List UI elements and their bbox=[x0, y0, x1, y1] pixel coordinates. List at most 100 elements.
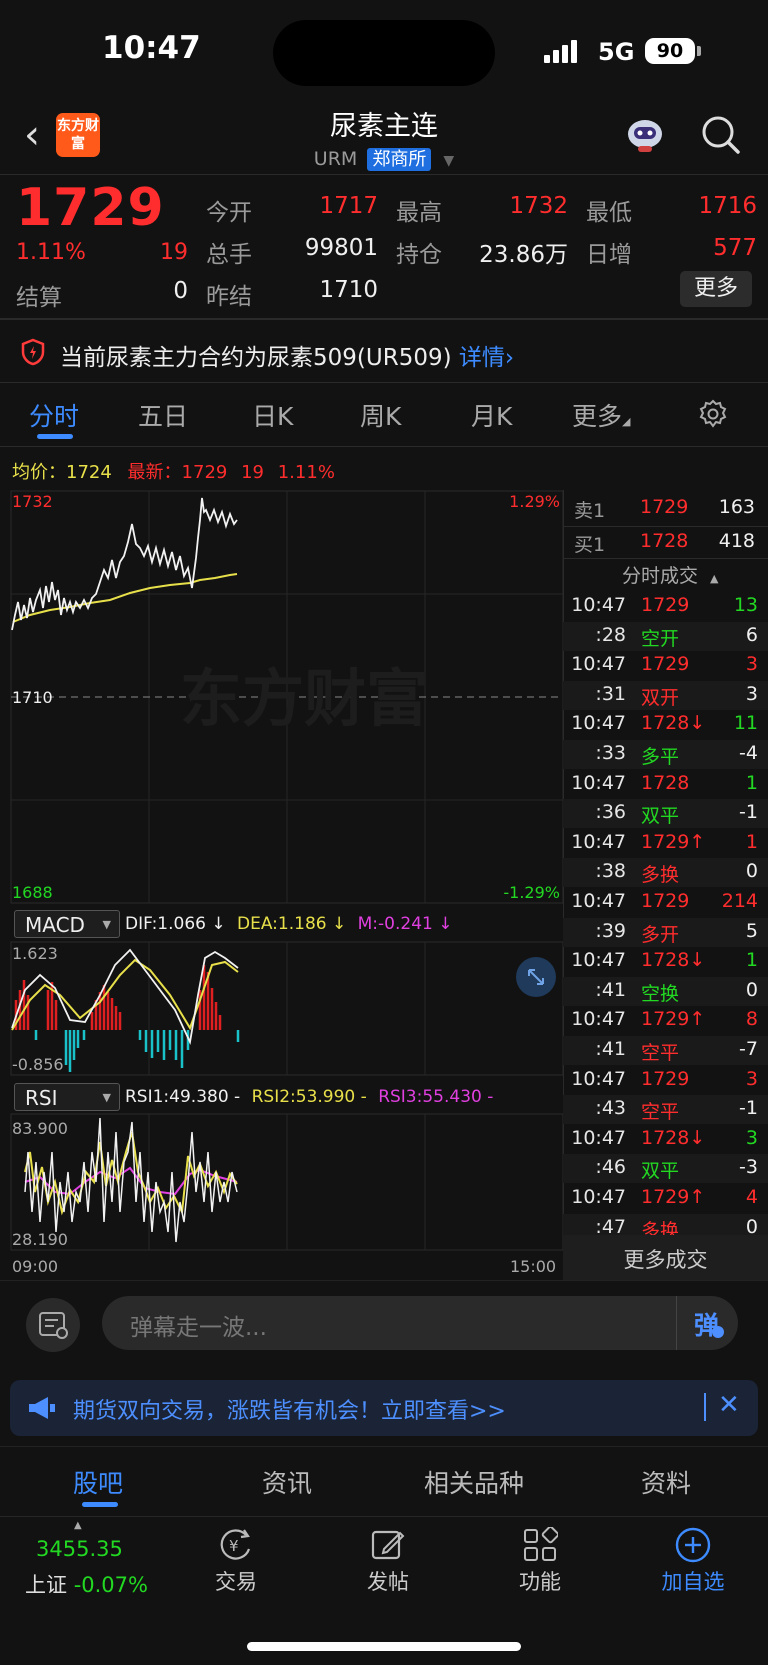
pct-axis-max: 1.29% bbox=[509, 492, 560, 511]
search-icon[interactable] bbox=[700, 114, 742, 156]
trade-time: 10:47 bbox=[571, 949, 626, 972]
prev-settle-label: 昨结 bbox=[206, 284, 252, 310]
oi-add-label: 日增 bbox=[586, 242, 632, 268]
divider bbox=[0, 446, 768, 447]
nav-add-watchlist[interactable]: 加自选 bbox=[643, 1566, 743, 1596]
trade-row: :39 多开 5 bbox=[563, 917, 768, 947]
tab-more[interactable]: 更多◢ bbox=[572, 397, 630, 433]
gear-icon[interactable] bbox=[697, 398, 729, 430]
trade-time: 10:47 bbox=[571, 653, 626, 676]
bid-label: 买1 bbox=[574, 534, 606, 556]
trade-volume: -1 bbox=[739, 801, 758, 824]
close-icon[interactable]: ✕ bbox=[718, 1390, 740, 1420]
prev-settle-value: 1710 bbox=[319, 277, 378, 303]
trade-price: 多平 bbox=[641, 746, 680, 768]
tab-monthly-k[interactable]: 月K bbox=[471, 397, 512, 433]
trade-row: :28 空开 6 bbox=[563, 621, 768, 651]
trade-icon[interactable]: ¥ bbox=[216, 1527, 256, 1563]
macd-dea: DEA:1.186 ↓ bbox=[237, 914, 347, 934]
expand-chart-button[interactable] bbox=[516, 957, 556, 997]
grid-function-icon[interactable] bbox=[522, 1527, 558, 1563]
price-axis-mid: 1710 bbox=[12, 688, 53, 707]
price-info-bar: 均价：1724 最新：1729 19 1.11% bbox=[12, 458, 335, 484]
more-quote-button[interactable]: 更多 bbox=[680, 271, 752, 307]
notice-detail-link[interactable]: 详情 bbox=[459, 345, 505, 371]
trade-volume: -4 bbox=[739, 742, 758, 764]
trade-row: :33 多平 -4 bbox=[563, 740, 768, 769]
nav-post[interactable]: 发帖 bbox=[338, 1566, 438, 1596]
trade-time: 10:47 bbox=[571, 1067, 626, 1090]
trade-time: 10:47 bbox=[571, 1126, 626, 1149]
divider bbox=[0, 318, 768, 320]
send-danmaku-button[interactable]: 弹 bbox=[676, 1296, 739, 1350]
tab-weekly-k[interactable]: 周K bbox=[360, 397, 401, 433]
trades-title-label: 分时成交 bbox=[622, 565, 699, 587]
trade-row: 10:47 1729↑ 4 bbox=[563, 1184, 768, 1213]
trade-volume: 1 bbox=[745, 949, 758, 972]
trade-price: 空换 bbox=[641, 982, 680, 1005]
trade-time: 10:47 bbox=[571, 830, 626, 853]
macd-selector[interactable]: MACD ▼ bbox=[14, 910, 120, 938]
trade-volume: 13 bbox=[733, 594, 758, 616]
danmaku-settings-button[interactable] bbox=[26, 1298, 80, 1352]
active-tab-indicator bbox=[37, 434, 73, 439]
trade-volume: 3 bbox=[745, 1126, 758, 1149]
chevron-down-icon: ▼ bbox=[102, 1091, 111, 1104]
avg-label: 均价： bbox=[12, 462, 66, 483]
index-ticker[interactable]: 上证 -0.07% bbox=[25, 1569, 148, 1599]
high-label: 最高 bbox=[396, 200, 442, 226]
nav-trade[interactable]: 交易 bbox=[186, 1566, 286, 1596]
trade-row: :31 双开 3 bbox=[563, 680, 768, 710]
add-watchlist-icon[interactable] bbox=[674, 1526, 712, 1564]
trade-time: :46 bbox=[595, 1156, 626, 1179]
trade-row: 10:47 1728↓ 3 bbox=[563, 1125, 768, 1154]
promo-text: 期货双向交易，涨跌皆有机会！立即查看>> bbox=[73, 1399, 506, 1424]
time-axis-start: 09:00 bbox=[12, 1257, 59, 1276]
trade-time: 10:47 bbox=[571, 890, 626, 912]
watermark: 东方财富 bbox=[180, 662, 428, 735]
oi-add-value: 577 bbox=[713, 235, 757, 261]
trade-price: 1729 bbox=[641, 594, 690, 616]
divider bbox=[0, 382, 768, 383]
low-label: 最低 bbox=[586, 200, 632, 226]
edit-post-icon[interactable] bbox=[370, 1527, 406, 1563]
trade-price: 1728↓ bbox=[641, 1126, 706, 1149]
status-time: 10:47 bbox=[102, 30, 201, 66]
tab-related[interactable]: 相关品种 bbox=[424, 1464, 524, 1500]
rsi1-value: RSI1:49.380 - bbox=[125, 1087, 241, 1107]
trade-row: 10:47 1729 214 bbox=[563, 888, 768, 917]
active-tab-indicator bbox=[82, 1502, 118, 1507]
latest-pct: 1.11% bbox=[277, 462, 335, 483]
macd-chart bbox=[10, 941, 563, 1076]
tab-five-day[interactable]: 五日 bbox=[138, 397, 188, 433]
trade-row: :38 多换 0 bbox=[563, 858, 768, 888]
divider bbox=[0, 1446, 768, 1447]
tab-profile[interactable]: 资料 bbox=[641, 1464, 691, 1500]
trade-volume: 0 bbox=[745, 978, 758, 1001]
open-label: 今开 bbox=[206, 200, 252, 226]
oi-value: 23.86万 bbox=[479, 242, 568, 268]
rsi-selector[interactable]: RSI ▼ bbox=[14, 1083, 120, 1111]
trade-price: 双平 bbox=[641, 1160, 680, 1183]
nav-function[interactable]: 功能 bbox=[490, 1566, 590, 1596]
trade-volume: 0 bbox=[745, 860, 758, 883]
trade-volume: 3 bbox=[745, 682, 758, 705]
tab-intraday[interactable]: 分时 bbox=[29, 397, 79, 433]
tab-daily-k[interactable]: 日K bbox=[252, 397, 293, 433]
divider bbox=[0, 1280, 768, 1281]
main-contract-notice[interactable]: 当前尿素主力合约为尿素509(UR509) 详情› bbox=[60, 338, 514, 372]
trade-row: :41 空平 -7 bbox=[563, 1036, 768, 1065]
tab-news[interactable]: 资讯 bbox=[262, 1464, 312, 1500]
trade-row: 10:47 1729 3 bbox=[563, 651, 768, 680]
trade-time: :39 bbox=[595, 919, 626, 942]
trade-row: :36 双平 -1 bbox=[563, 799, 768, 829]
robot-assistant-icon[interactable] bbox=[624, 114, 666, 154]
pct-axis-min: -1.29% bbox=[503, 883, 560, 902]
low-value: 1716 bbox=[698, 193, 757, 219]
trades-title[interactable]: 分时成交 ▲ bbox=[622, 561, 718, 588]
trade-row: 10:47 1729 3 bbox=[563, 1066, 768, 1095]
tab-guba[interactable]: 股吧 bbox=[73, 1464, 123, 1500]
index-value[interactable]: 3455.35 bbox=[36, 1537, 123, 1561]
macd-label: MACD bbox=[25, 913, 85, 937]
rsi-axis-max: 83.900 bbox=[12, 1119, 68, 1138]
